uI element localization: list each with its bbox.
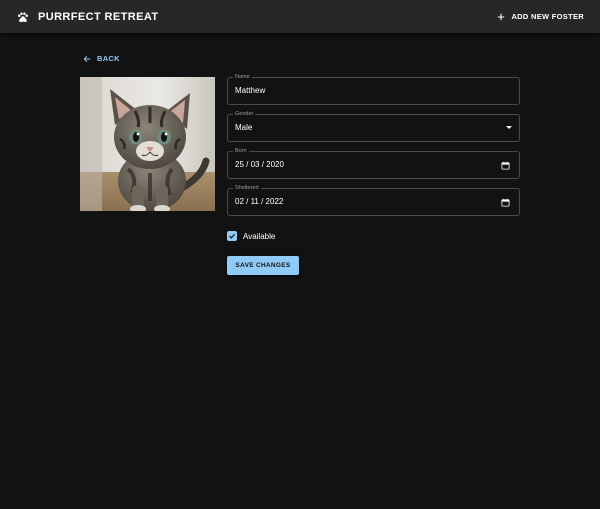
add-new-foster-label: ADD NEW FOSTER — [511, 12, 584, 21]
gender-select[interactable]: Gender Male — [227, 110, 520, 142]
available-checkbox-row[interactable]: Available — [227, 231, 275, 241]
brand[interactable]: PURRFECT RETREAT — [17, 11, 158, 23]
back-label: BACK — [97, 54, 120, 63]
sheltered-value[interactable]: 02 / 11 / 2022 — [235, 189, 283, 215]
cat-photo — [80, 77, 215, 211]
app-title: PURRFECT RETREAT — [38, 10, 159, 23]
available-label: Available — [243, 231, 276, 241]
available-checkbox[interactable] — [227, 231, 237, 241]
gender-value[interactable]: Male — [235, 115, 252, 141]
sheltered-date-field[interactable]: Sheltered 02 / 11 / 2022 — [227, 184, 520, 216]
name-field[interactable]: Name Matthew — [227, 73, 520, 105]
caret-down-icon[interactable] — [506, 126, 512, 129]
plus-icon — [498, 13, 505, 20]
born-date-field[interactable]: Born 25 / 03 / 2020 — [227, 147, 520, 179]
add-new-foster-button[interactable]: ADD NEW FOSTER — [497, 12, 584, 21]
back-button[interactable]: BACK — [83, 54, 120, 63]
arrow-left-icon — [83, 55, 91, 62]
calendar-icon[interactable] — [501, 198, 510, 207]
paw-icon — [18, 12, 28, 22]
app-bar: PURRFECT RETREAT ADD NEW FOSTER — [0, 0, 600, 33]
born-value[interactable]: 25 / 03 / 2020 — [235, 152, 284, 178]
check-icon — [229, 233, 236, 239]
save-changes-button[interactable]: SAVE CHANGES — [227, 256, 299, 275]
name-value[interactable]: Matthew — [235, 78, 265, 104]
calendar-icon[interactable] — [501, 161, 510, 170]
